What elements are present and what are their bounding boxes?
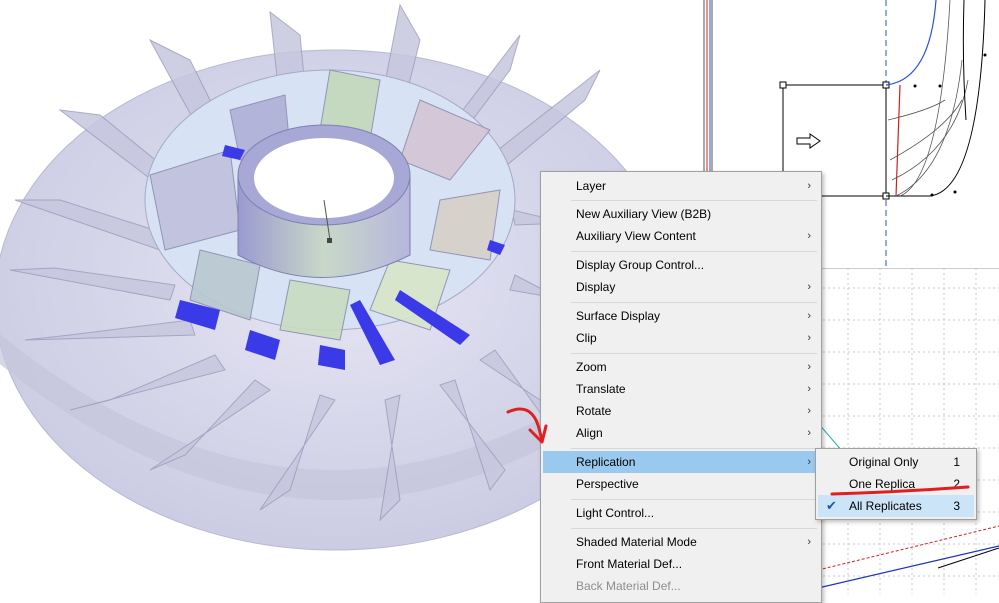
- menu-item-label: Front Material Def...: [576, 557, 683, 571]
- menu-item-replication[interactable]: Replication ›: [543, 451, 819, 473]
- submenu-item-label: All Replicates: [849, 499, 922, 513]
- submenu-item-label: Original Only: [849, 455, 919, 469]
- replication-submenu: Original Only 1 One Replica 2 ✔ All Repl…: [815, 448, 977, 520]
- menu-separator: [571, 528, 817, 529]
- menu-item-translate[interactable]: Translate ›: [543, 378, 819, 400]
- chevron-right-icon: ›: [807, 383, 811, 395]
- submenu-item-one-replica[interactable]: One Replica 2: [818, 473, 974, 495]
- menu-item-rotate[interactable]: Rotate ›: [543, 400, 819, 422]
- menu-item-clip[interactable]: Clip ›: [543, 327, 819, 349]
- check-icon: ✔: [826, 498, 837, 513]
- menu-item-label: Align: [576, 426, 603, 440]
- menu-item-zoom[interactable]: Zoom ›: [543, 356, 819, 378]
- menu-item-label: Display Group Control...: [576, 258, 705, 272]
- menu-item-label: Auxiliary View Content: [576, 229, 696, 243]
- menu-item-surface-display[interactable]: Surface Display ›: [543, 305, 819, 327]
- chevron-right-icon: ›: [807, 456, 811, 468]
- menu-item-label: Translate: [576, 382, 626, 396]
- menu-item-label: Perspective: [576, 477, 639, 491]
- menu-separator: [571, 353, 817, 354]
- submenu-item-shortcut: 2: [953, 477, 960, 491]
- menu-separator: [571, 251, 817, 252]
- menu-item-layer[interactable]: Layer ›: [543, 175, 819, 197]
- menu-item-label: Zoom: [576, 360, 607, 374]
- submenu-item-label: One Replica: [849, 477, 916, 491]
- chevron-right-icon: ›: [807, 281, 811, 293]
- submenu-item-shortcut: 1: [953, 455, 960, 469]
- menu-item-label: Display: [576, 280, 616, 294]
- submenu-item-shortcut: 3: [953, 499, 960, 513]
- menu-item-label: Rotate: [576, 404, 612, 418]
- menu-item-align[interactable]: Align ›: [543, 422, 819, 444]
- menu-item-label: Surface Display: [576, 309, 661, 323]
- menu-item-label: Clip: [576, 331, 597, 345]
- menu-item-shaded-material-mode[interactable]: Shaded Material Mode ›: [543, 531, 819, 553]
- menu-item-label: Layer: [576, 179, 607, 193]
- chevron-right-icon: ›: [807, 427, 811, 439]
- menu-item-label: Shaded Material Mode: [576, 535, 697, 549]
- chevron-right-icon: ›: [807, 332, 811, 344]
- menu-item-label: Replication: [576, 455, 636, 469]
- menu-separator: [571, 448, 817, 449]
- plot-panel[interactable]: [818, 268, 999, 594]
- menu-item-display[interactable]: Display ›: [543, 276, 819, 298]
- menu-item-light-control[interactable]: Light Control...: [543, 502, 819, 524]
- chevron-right-icon: ›: [807, 361, 811, 373]
- chevron-right-icon: ›: [807, 536, 811, 548]
- menu-item-label: New Auxiliary View (B2B): [576, 207, 712, 221]
- chevron-right-icon: ›: [807, 405, 811, 417]
- chevron-right-icon: ›: [807, 180, 811, 192]
- submenu-item-original-only[interactable]: Original Only 1: [818, 451, 974, 473]
- chevron-right-icon: ›: [807, 310, 811, 322]
- menu-item-label: Light Control...: [576, 506, 655, 520]
- menu-item-new-auxiliary-view[interactable]: New Auxiliary View (B2B): [543, 203, 819, 225]
- chevron-right-icon: ›: [807, 230, 811, 242]
- menu-separator: [571, 200, 817, 201]
- menu-item-perspective[interactable]: Perspective: [543, 473, 819, 495]
- submenu-item-all-replicates[interactable]: ✔ All Replicates 3: [818, 495, 974, 517]
- menu-item-front-material-def[interactable]: Front Material Def...: [543, 553, 819, 575]
- context-menu: Layer › New Auxiliary View (B2B) Auxilia…: [540, 171, 822, 603]
- menu-item-display-group-control[interactable]: Display Group Control...: [543, 254, 819, 276]
- menu-separator: [571, 499, 817, 500]
- menu-item-auxiliary-view-content[interactable]: Auxiliary View Content ›: [543, 225, 819, 247]
- menu-separator: [571, 302, 817, 303]
